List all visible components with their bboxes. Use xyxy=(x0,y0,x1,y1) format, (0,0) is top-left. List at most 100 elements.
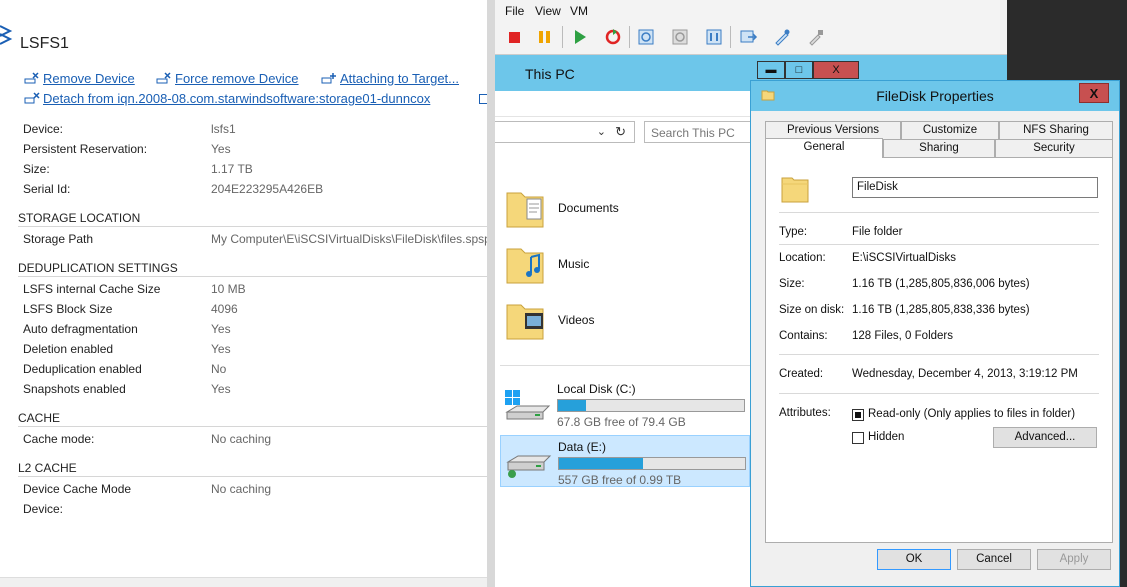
readonly-label: Read-only (Only applies to files in fold… xyxy=(868,408,1076,420)
start-icon[interactable] xyxy=(570,27,590,47)
advanced-button[interactable]: Advanced... xyxy=(993,427,1097,448)
detach-icon xyxy=(24,92,40,104)
folder-documents[interactable]: Documents xyxy=(505,185,745,235)
checkpoint-icon[interactable] xyxy=(636,27,656,47)
tab-security[interactable]: Security xyxy=(995,139,1113,157)
tab-customize[interactable]: Customize xyxy=(901,121,999,139)
size-on-disk-label: Size on disk: xyxy=(779,304,845,316)
hidden-checkbox[interactable] xyxy=(852,432,864,444)
chevron-down-icon[interactable]: ⌄ xyxy=(597,125,606,138)
force-remove-device-label: Force remove Device xyxy=(175,71,299,86)
storage-path-key: Storage Path xyxy=(23,232,94,246)
tab-previous-versions[interactable]: Previous Versions xyxy=(765,121,901,139)
size-on-disk-value: 1.16 TB (1,285,805,838,336 bytes) xyxy=(852,304,1030,316)
prop-key-size: Size: xyxy=(23,162,50,176)
drive-usage-fill xyxy=(558,400,586,411)
reset-icon[interactable] xyxy=(603,27,623,47)
force-remove-icon xyxy=(156,72,172,84)
music-folder-icon xyxy=(506,248,544,284)
documents-folder-icon xyxy=(506,192,544,228)
tab-sharing[interactable]: Sharing xyxy=(883,139,995,157)
background-window xyxy=(1007,0,1127,80)
section-l2-cache: L2 CACHE xyxy=(18,461,77,475)
section-storage-location: STORAGE LOCATION xyxy=(18,211,141,225)
dialog-close-button[interactable]: X xyxy=(1079,83,1109,103)
pause-icon[interactable] xyxy=(535,27,555,47)
prop-key-device: Device: xyxy=(23,122,64,136)
folder-large-icon xyxy=(781,177,809,203)
prop-val-persistent-reservation: Yes xyxy=(211,142,231,156)
readonly-checkbox[interactable] xyxy=(852,409,864,421)
storage-path-val: My Computer\E\iSCSIVirtualDisks\FileDisk… xyxy=(211,232,487,246)
drive-free-space: 67.8 GB free of 79.4 GB xyxy=(557,415,686,429)
network-drive-icon xyxy=(506,455,552,478)
drive-usage-bar xyxy=(558,457,746,470)
folder-name-field[interactable]: FileDisk xyxy=(852,177,1098,198)
section-divider xyxy=(779,244,1099,245)
type-value: File folder xyxy=(852,226,903,238)
share-icon[interactable] xyxy=(772,27,792,47)
dedup-val: No xyxy=(211,362,227,376)
dedup-key: Auto defragmentation xyxy=(23,322,138,336)
dedup-key: LSFS internal Cache Size xyxy=(23,282,161,296)
folder-videos[interactable]: Videos xyxy=(505,297,745,347)
menu-view[interactable]: View xyxy=(535,4,561,18)
dedup-key: Snapshots enabled xyxy=(23,382,126,396)
drive-free-space: 557 GB free of 0.99 TB xyxy=(558,473,682,487)
detach-label: Detach from iqn.2008-08.com.starwindsoft… xyxy=(43,91,431,106)
folder-music[interactable]: Music xyxy=(505,241,745,291)
tab-general[interactable]: General xyxy=(765,138,883,158)
device-panel: LSFS1 Remove Device Force remove Device … xyxy=(0,0,487,587)
ctrl-alt-del-icon[interactable] xyxy=(738,27,758,47)
created-label: Created: xyxy=(779,368,824,380)
section-divider xyxy=(18,276,487,277)
section-divider xyxy=(18,226,487,227)
address-bar[interactable]: ⌄ ↻ xyxy=(495,121,635,143)
section-divider xyxy=(779,393,1099,394)
section-divider xyxy=(779,212,1099,213)
attaching-to-target-link[interactable]: Attaching to Target... xyxy=(321,71,459,86)
prop-key-serial-id: Serial Id: xyxy=(23,182,71,196)
cancel-button[interactable]: Cancel xyxy=(957,549,1031,570)
folder-label: Music xyxy=(558,257,590,271)
ok-button[interactable]: OK xyxy=(877,549,951,570)
properties-dialog: FileDisk Properties X Previous Versions … xyxy=(750,80,1120,587)
minimize-button[interactable]: ▬ xyxy=(757,61,785,79)
force-remove-device-link[interactable]: Force remove Device xyxy=(156,71,299,86)
drive-name: Data (E:) xyxy=(558,440,607,454)
search-input[interactable]: Search This PC xyxy=(644,121,754,143)
menu-vm[interactable]: VM xyxy=(570,4,588,18)
cache-mode-key: Cache mode: xyxy=(23,432,95,446)
tab-nfs-sharing[interactable]: NFS Sharing xyxy=(999,121,1113,139)
section-divider xyxy=(18,476,487,477)
prop-val-device: lsfs1 xyxy=(211,122,236,136)
panel-bottom-bar xyxy=(0,577,487,587)
starwind-logo-icon xyxy=(0,25,13,45)
stop-icon[interactable] xyxy=(505,27,525,47)
drive-local-disk-c[interactable]: Local Disk (C:) 67.8 GB free of 79.4 GB xyxy=(500,378,750,430)
menu-file[interactable]: File xyxy=(505,4,524,18)
section-dedup-settings: DEDUPLICATION SETTINGS xyxy=(18,261,178,275)
prop-val-size: 1.17 TB xyxy=(211,162,253,176)
maximize-button[interactable]: □ xyxy=(785,61,813,79)
hidden-label: Hidden xyxy=(868,431,905,443)
refresh-icon[interactable]: ↻ xyxy=(615,124,626,140)
contains-value: 128 Files, 0 Folders xyxy=(852,330,953,342)
remove-device-link[interactable]: Remove Device xyxy=(24,71,135,86)
vm-console-toolbar: File View VM xyxy=(495,0,1007,55)
apply-button[interactable]: Apply xyxy=(1037,549,1111,570)
detach-link[interactable]: Detach from iqn.2008-08.com.starwindsoft… xyxy=(24,91,430,106)
toolbar-separator xyxy=(730,26,731,48)
l2-val: No caching xyxy=(211,482,272,496)
dedup-val: Yes xyxy=(211,382,231,396)
l2-key: Device Cache Mode xyxy=(23,482,132,496)
drive-data-e[interactable]: Data (E:) 557 GB free of 0.99 TB xyxy=(500,435,750,487)
close-button[interactable]: X xyxy=(813,61,859,79)
settings-icon[interactable] xyxy=(704,27,724,47)
revert-icon[interactable] xyxy=(670,27,690,47)
size-value: 1.16 TB (1,285,805,836,006 bytes) xyxy=(852,278,1030,290)
enhanced-session-icon[interactable] xyxy=(806,27,826,47)
section-divider xyxy=(18,426,487,427)
dedup-val: Yes xyxy=(211,322,231,336)
drive-usage-bar xyxy=(557,399,745,412)
